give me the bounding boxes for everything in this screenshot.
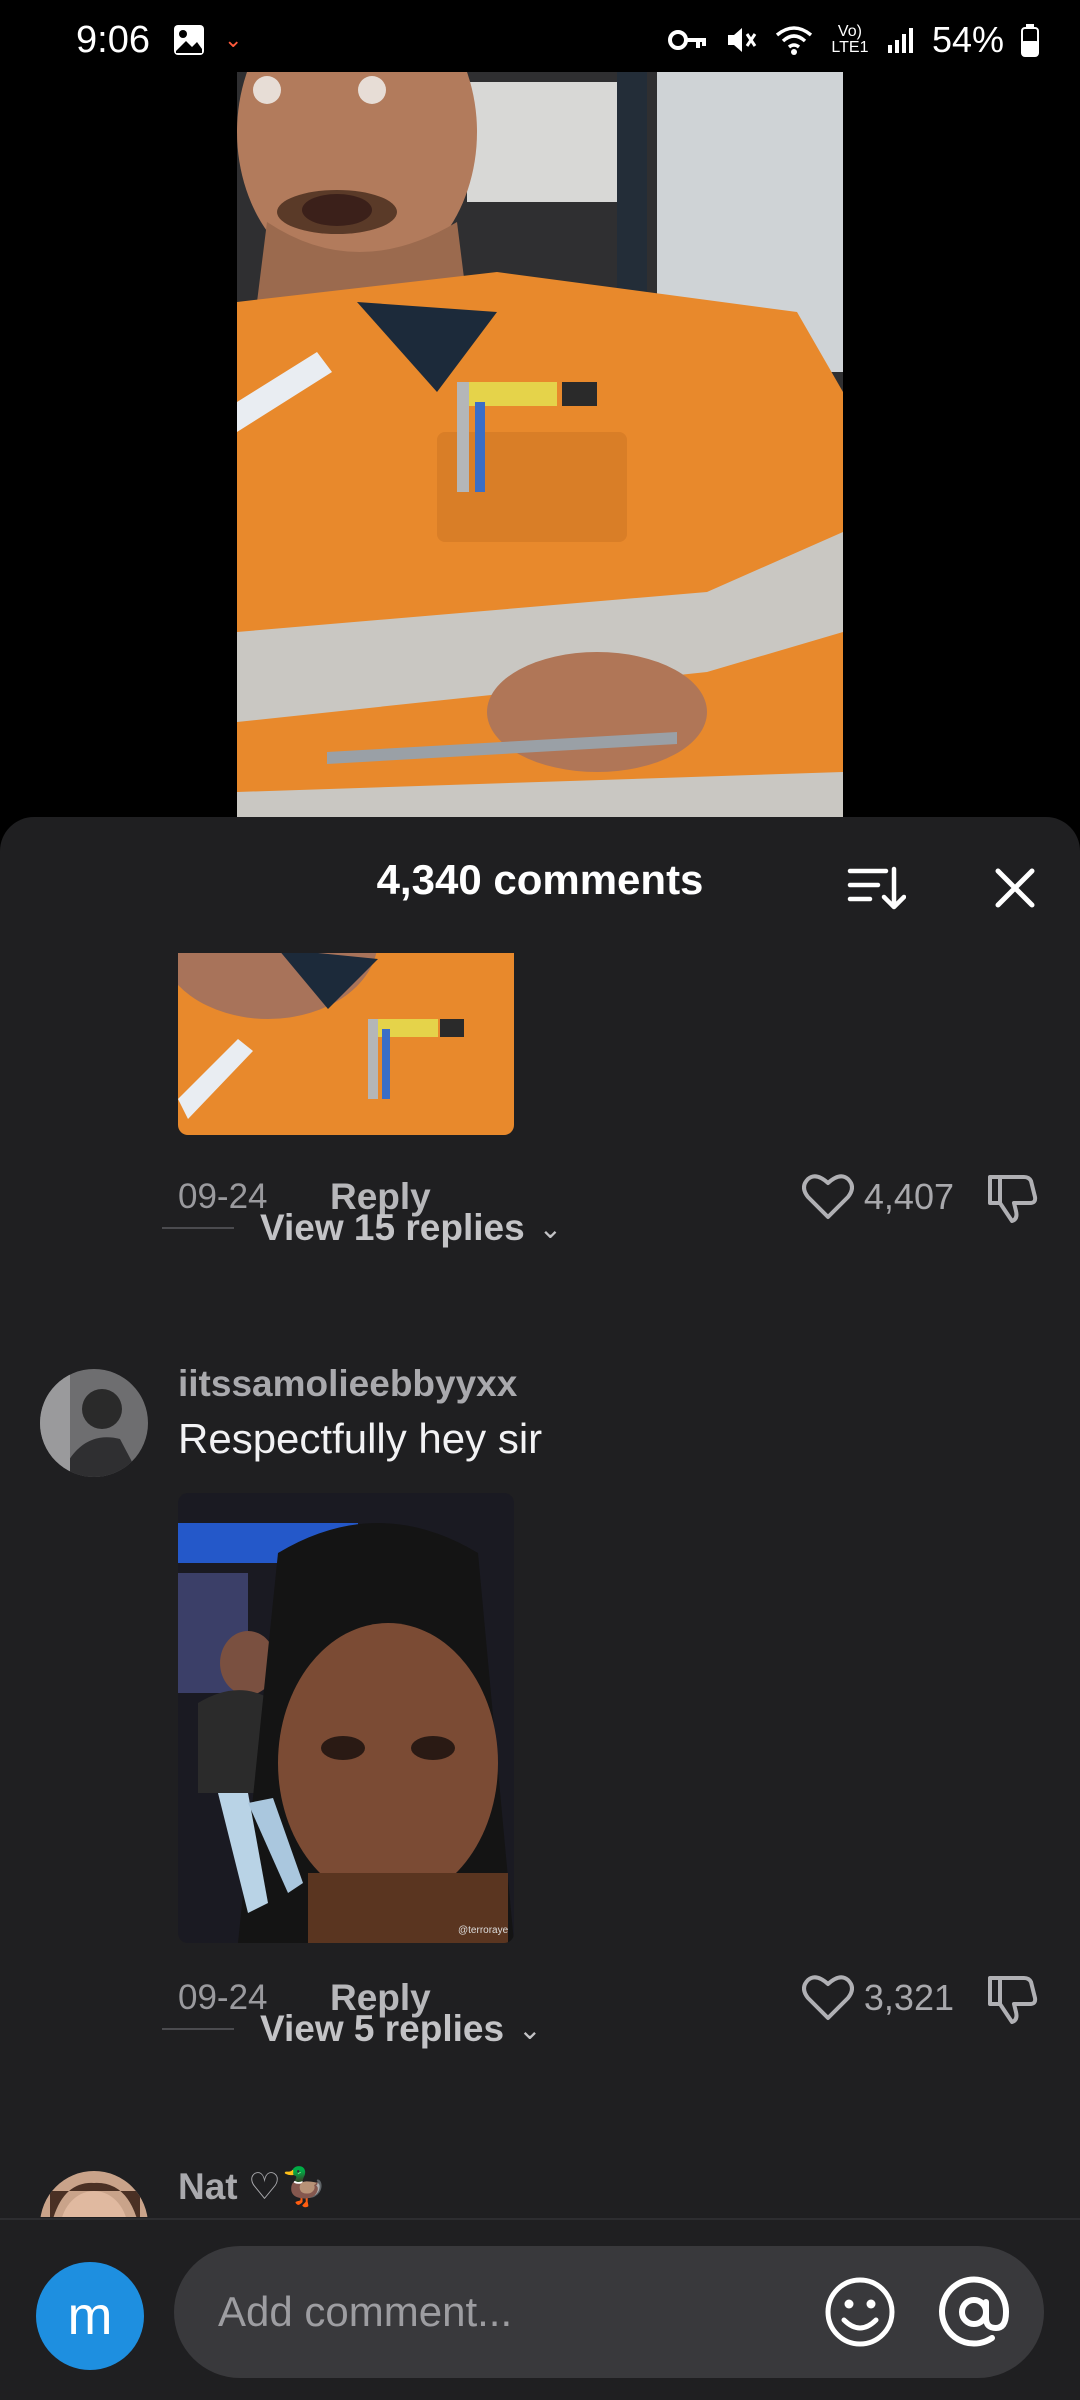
close-button[interactable]: [990, 863, 1040, 913]
replies-divider: [162, 2028, 234, 2030]
signal-icon: [886, 25, 916, 55]
comment-username[interactable]: iitssamolieebbyyxx: [178, 1363, 517, 1405]
comment-input[interactable]: Add comment...: [174, 2246, 1044, 2378]
close-icon: [995, 868, 1035, 908]
battery-percent: 54%: [931, 19, 1004, 60]
mention-button[interactable]: [934, 2272, 1014, 2352]
battery-icon: [1020, 23, 1040, 57]
thumbs-down-icon: [988, 1175, 1038, 1223]
comment-image-thumbnail: [178, 953, 514, 1135]
user-avatar[interactable]: m: [36, 2262, 144, 2370]
avatar-image: [40, 1369, 148, 1477]
like-button[interactable]: 3,321: [801, 1974, 954, 2022]
avatar[interactable]: [40, 2171, 148, 2217]
avatar[interactable]: [40, 1369, 148, 1477]
comment-list[interactable]: 09-24 Reply 4,407 View 15 replies ⌄ iits…: [0, 953, 1080, 2217]
comment-composer: m Add comment...: [0, 2218, 1080, 2400]
view-replies-label: View 15 replies: [260, 1207, 525, 1248]
network-label: Vo) LTE1: [831, 23, 869, 56]
view-replies-button[interactable]: View 15 replies ⌄: [162, 1207, 562, 1249]
comment-image[interactable]: [178, 953, 514, 1135]
heart-icon: [801, 1975, 854, 2020]
dislike-button[interactable]: [984, 1169, 1040, 1225]
comment-image[interactable]: @terroraye: [178, 1493, 514, 1943]
view-replies-label: View 5 replies: [260, 2008, 505, 2049]
chevron-down-icon: ⌄: [538, 1212, 563, 1244]
emoji-icon: [825, 2277, 895, 2347]
watermark-text: @terroraye: [458, 1925, 509, 1936]
dislike-button[interactable]: [984, 1970, 1040, 2026]
status-time: 9:06: [76, 18, 150, 61]
notification-chevron-icon: ⌄: [223, 27, 243, 52]
key-icon: [667, 27, 708, 53]
sort-button[interactable]: [846, 863, 907, 913]
comments-sheet: 4,340 comments 09-24 Reply 4,407 View 15…: [0, 817, 1080, 2400]
comments-count-title: 4,340 comments: [376, 856, 704, 903]
comment-text: Respectfully hey sir: [178, 1415, 543, 1462]
sort-icon: [847, 866, 907, 910]
comment-input-placeholder: Add comment...: [218, 2288, 513, 2335]
mute-icon: [724, 23, 758, 57]
avatar-image: [40, 2171, 148, 2217]
heart-icon: [801, 1174, 854, 1219]
chevron-down-icon: ⌄: [518, 2013, 542, 2045]
view-replies-button[interactable]: View 5 replies ⌄: [162, 2008, 542, 2050]
comment-image-thumbnail: @terroraye: [178, 1493, 514, 1943]
gallery-icon: [172, 23, 206, 57]
like-count: 4,407: [863, 1176, 954, 1217]
video-frame: [237, 72, 843, 817]
emoji-button[interactable]: [822, 2274, 898, 2350]
comment-username[interactable]: Nat ♡🦆: [178, 2165, 327, 2209]
like-count: 3,321: [863, 1977, 954, 2018]
video-player[interactable]: [237, 72, 843, 817]
sheet-header: 4,340 comments: [0, 817, 1080, 953]
status-bar: 9:06 ⌄ Vo) LTE1 54%: [0, 0, 1080, 80]
replies-divider: [162, 1227, 234, 1229]
at-sign-icon: [939, 2276, 1010, 2347]
thumbs-down-icon: [988, 1976, 1038, 2024]
like-button[interactable]: 4,407: [801, 1173, 954, 1221]
wifi-icon: [774, 24, 814, 56]
